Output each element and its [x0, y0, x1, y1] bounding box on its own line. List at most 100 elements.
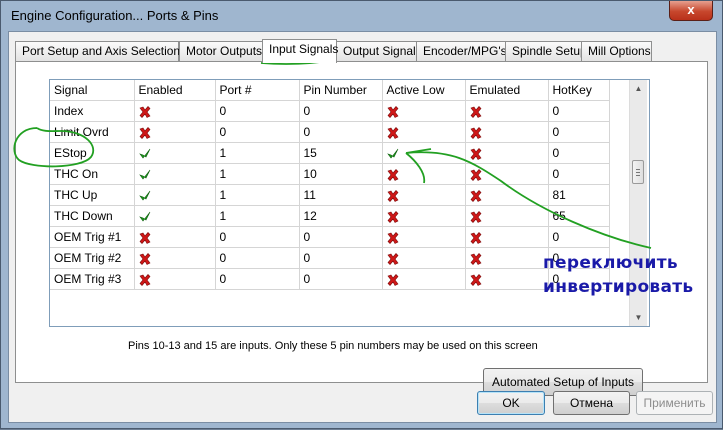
red-x-icon[interactable] — [470, 273, 482, 286]
red-x-icon[interactable] — [387, 105, 399, 118]
hotkey-cell[interactable]: 0 — [548, 121, 610, 143]
active-low-cell[interactable] — [382, 268, 466, 290]
red-x-icon[interactable] — [139, 252, 151, 265]
title-bar[interactable]: Engine Configuration... Ports & Pins x — [1, 1, 722, 31]
port-cell[interactable]: 0 — [215, 100, 300, 122]
red-x-icon[interactable] — [387, 231, 399, 244]
column-header-hotkey[interactable]: HotKey — [548, 80, 610, 101]
emulated-cell[interactable] — [465, 184, 549, 206]
port-cell[interactable]: 1 — [215, 184, 300, 206]
hotkey-cell[interactable]: 81 — [548, 184, 610, 206]
tab-output-signals[interactable]: Output Signals — [336, 41, 422, 61]
signal-cell[interactable]: THC On — [50, 163, 135, 185]
pin-number-cell[interactable]: 0 — [299, 121, 383, 143]
red-x-icon[interactable] — [139, 273, 151, 286]
green-check-icon[interactable] — [138, 148, 151, 160]
red-x-icon[interactable] — [470, 147, 482, 160]
pin-number-cell[interactable]: 0 — [299, 100, 383, 122]
hotkey-cell[interactable]: 0 — [548, 226, 610, 248]
pin-number-cell[interactable]: 0 — [299, 268, 383, 290]
hotkey-cell[interactable]: 0 — [548, 100, 610, 122]
port-cell[interactable]: 0 — [215, 226, 300, 248]
tab-mill-options[interactable]: Mill Options — [581, 41, 652, 61]
active-low-cell[interactable] — [382, 142, 466, 164]
signal-cell[interactable]: THC Up — [50, 184, 135, 206]
scrollbar-thumb[interactable] — [632, 160, 644, 184]
signal-cell[interactable]: THC Down — [50, 205, 135, 227]
column-header-active-low[interactable]: Active Low — [382, 80, 466, 101]
green-check-icon[interactable] — [386, 148, 399, 160]
red-x-icon[interactable] — [387, 252, 399, 265]
column-header-signal[interactable]: Signal — [50, 80, 135, 101]
active-low-cell[interactable] — [382, 226, 466, 248]
green-check-icon[interactable] — [138, 211, 151, 223]
emulated-cell[interactable] — [465, 205, 549, 227]
red-x-icon[interactable] — [139, 105, 151, 118]
scroll-up-arrow-icon[interactable]: ▲ — [630, 80, 647, 97]
scroll-down-arrow-icon[interactable]: ▼ — [630, 309, 647, 326]
port-cell[interactable]: 1 — [215, 142, 300, 164]
red-x-icon[interactable] — [387, 273, 399, 286]
signal-cell[interactable]: Limit Ovrd — [50, 121, 135, 143]
enabled-cell[interactable] — [134, 247, 216, 269]
enabled-cell[interactable] — [134, 100, 216, 122]
signal-cell[interactable]: Index — [50, 100, 135, 122]
active-low-cell[interactable] — [382, 205, 466, 227]
signal-cell[interactable]: OEM Trig #2 — [50, 247, 135, 269]
tab-encoder-mpg[interactable]: Encoder/MPG's — [416, 41, 507, 61]
emulated-cell[interactable] — [465, 268, 549, 290]
port-cell[interactable]: 0 — [215, 247, 300, 269]
red-x-icon[interactable] — [470, 189, 482, 202]
active-low-cell[interactable] — [382, 163, 466, 185]
red-x-icon[interactable] — [139, 231, 151, 244]
table-row[interactable]: OEM Trig #3 0 0 0 — [50, 268, 610, 290]
tab-spindle-setup[interactable]: Spindle Setup — [505, 41, 587, 61]
hotkey-cell[interactable]: 0 — [548, 163, 610, 185]
pin-number-cell[interactable]: 11 — [299, 184, 383, 206]
port-cell[interactable]: 0 — [215, 268, 300, 290]
emulated-cell[interactable] — [465, 226, 549, 248]
enabled-cell[interactable] — [134, 163, 216, 185]
port-cell[interactable]: 1 — [215, 205, 300, 227]
hotkey-cell[interactable]: 0 — [548, 142, 610, 164]
table-row[interactable]: THC Up 1 11 81 — [50, 184, 610, 206]
enabled-cell[interactable] — [134, 184, 216, 206]
pin-number-cell[interactable]: 0 — [299, 226, 383, 248]
apply-button[interactable]: Применить — [636, 391, 713, 415]
pin-number-cell[interactable]: 12 — [299, 205, 383, 227]
green-check-icon[interactable] — [138, 169, 151, 181]
enabled-cell[interactable] — [134, 121, 216, 143]
table-row[interactable]: EStop 1 15 0 — [50, 142, 610, 164]
tab-port-setup[interactable]: Port Setup and Axis Selection — [15, 41, 180, 61]
green-check-icon[interactable] — [138, 190, 151, 202]
enabled-cell[interactable] — [134, 268, 216, 290]
emulated-cell[interactable] — [465, 121, 549, 143]
column-header-emulated[interactable]: Emulated — [465, 80, 549, 101]
cancel-button[interactable]: Отмена — [553, 391, 630, 415]
tab-input-signals[interactable]: Input Signals — [262, 39, 338, 63]
red-x-icon[interactable] — [470, 126, 482, 139]
red-x-icon[interactable] — [387, 168, 399, 181]
signal-cell[interactable]: OEM Trig #1 — [50, 226, 135, 248]
emulated-cell[interactable] — [465, 142, 549, 164]
emulated-cell[interactable] — [465, 100, 549, 122]
table-row[interactable]: OEM Trig #2 0 0 0 — [50, 247, 610, 269]
pin-number-cell[interactable]: 10 — [299, 163, 383, 185]
active-low-cell[interactable] — [382, 184, 466, 206]
port-cell[interactable]: 1 — [215, 163, 300, 185]
red-x-icon[interactable] — [470, 231, 482, 244]
emulated-cell[interactable] — [465, 247, 549, 269]
table-row[interactable]: THC On 1 10 0 — [50, 163, 610, 185]
red-x-icon[interactable] — [139, 126, 151, 139]
close-button[interactable]: x — [669, 1, 713, 21]
active-low-cell[interactable] — [382, 100, 466, 122]
red-x-icon[interactable] — [387, 189, 399, 202]
hotkey-cell[interactable]: 65 — [548, 205, 610, 227]
signal-cell[interactable]: OEM Trig #3 — [50, 268, 135, 290]
red-x-icon[interactable] — [470, 168, 482, 181]
red-x-icon[interactable] — [470, 210, 482, 223]
column-header-enabled[interactable]: Enabled — [134, 80, 216, 101]
red-x-icon[interactable] — [387, 126, 399, 139]
table-row[interactable]: Index 0 0 0 — [50, 100, 610, 122]
port-cell[interactable]: 0 — [215, 121, 300, 143]
